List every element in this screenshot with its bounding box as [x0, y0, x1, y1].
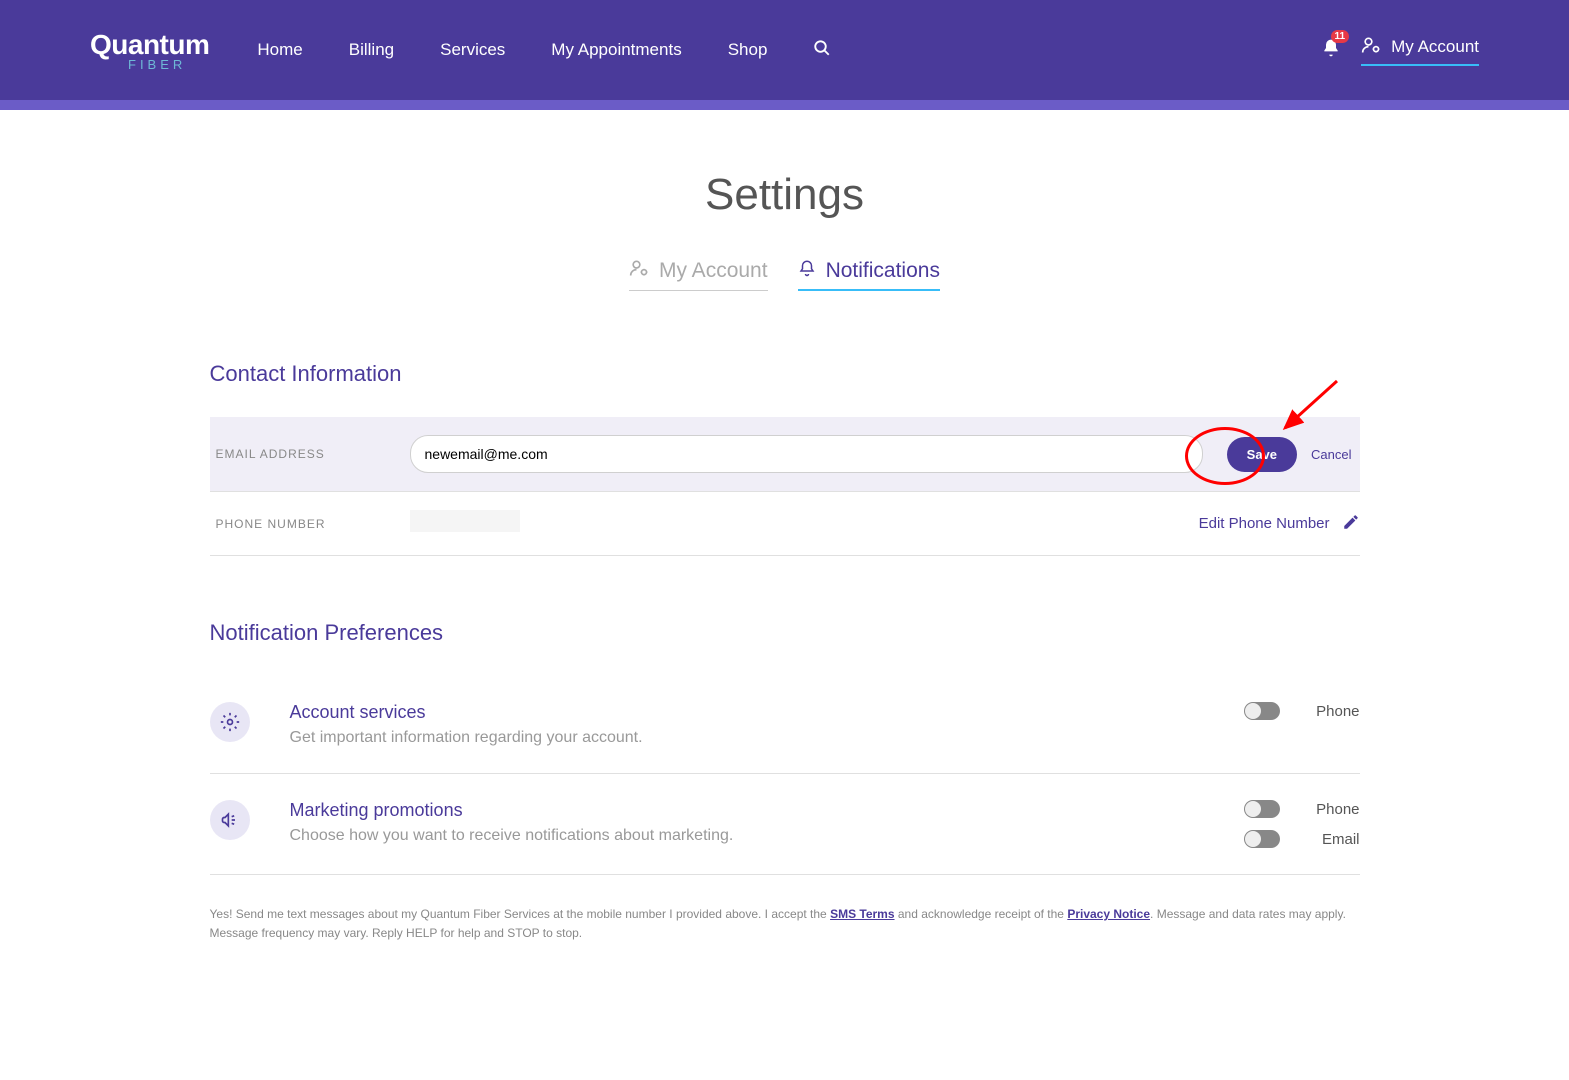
notification-badge: 11 — [1331, 30, 1350, 43]
nav-appointments[interactable]: My Appointments — [551, 40, 681, 60]
toggle-label: Phone — [1310, 801, 1360, 818]
main-header: Quantum FIBER Home Billing Services My A… — [0, 0, 1569, 100]
user-gear-icon — [1361, 35, 1381, 60]
page-title: Settings — [210, 170, 1360, 220]
toggle-phone[interactable] — [1244, 800, 1280, 818]
nav-services[interactable]: Services — [440, 40, 505, 60]
pref-marketing: Marketing promotions Choose how you want… — [210, 774, 1360, 875]
edit-phone-label: Edit Phone Number — [1199, 515, 1330, 532]
logo-sub-text: FIBER — [128, 57, 209, 72]
email-label: EMAIL ADDRESS — [210, 447, 410, 461]
pencil-icon — [1342, 513, 1360, 535]
toggle-phone[interactable] — [1244, 702, 1280, 720]
nav-shop[interactable]: Shop — [728, 40, 768, 60]
phone-row: PHONE NUMBER Edit Phone Number — [210, 492, 1360, 556]
pref-title: Account services — [290, 702, 1204, 723]
settings-tabs: My Account Notifications — [210, 258, 1360, 291]
tab-notifications[interactable]: Notifications — [798, 258, 940, 291]
pref-account-services: Account services Get important informati… — [210, 676, 1360, 774]
edit-phone-button[interactable]: Edit Phone Number — [1199, 513, 1360, 535]
phone-label: PHONE NUMBER — [210, 517, 410, 531]
nav-home[interactable]: Home — [257, 40, 302, 60]
contact-info-title: Contact Information — [210, 361, 1360, 387]
legal-prefix: Yes! Send me text messages about my Quan… — [210, 907, 831, 921]
privacy-notice-link[interactable]: Privacy Notice — [1067, 907, 1150, 921]
my-account-link[interactable]: My Account — [1361, 35, 1479, 66]
legal-middle: and acknowledge receipt of the — [895, 907, 1068, 921]
prefs-title: Notification Preferences — [210, 620, 1360, 646]
toggle-label: Email — [1310, 831, 1360, 848]
nav-billing[interactable]: Billing — [349, 40, 394, 60]
toggle-email[interactable] — [1244, 830, 1280, 848]
phone-value — [410, 510, 1199, 537]
email-row: EMAIL ADDRESS Save Cancel — [210, 417, 1360, 492]
main-nav: Home Billing Services My Appointments Sh… — [257, 39, 831, 62]
logo[interactable]: Quantum FIBER — [90, 29, 209, 72]
bell-icon — [798, 259, 816, 283]
megaphone-icon — [210, 800, 250, 840]
cancel-button[interactable]: Cancel — [1311, 447, 1351, 462]
redacted-phone — [410, 510, 520, 532]
my-account-label: My Account — [1391, 37, 1479, 57]
user-gear-icon — [629, 258, 649, 284]
gear-icon — [210, 702, 250, 742]
email-input[interactable] — [410, 435, 1203, 473]
header-accent-bar — [0, 100, 1569, 110]
save-button[interactable]: Save — [1227, 437, 1297, 472]
toggle-label: Phone — [1310, 703, 1360, 720]
tab-my-account[interactable]: My Account — [629, 258, 768, 291]
notifications-bell[interactable]: 11 — [1321, 38, 1341, 63]
pref-title: Marketing promotions — [290, 800, 1204, 821]
sms-terms-link[interactable]: SMS Terms — [830, 907, 894, 921]
tab-notifications-label: Notifications — [826, 259, 940, 283]
pref-desc: Get important information regarding your… — [290, 729, 1204, 747]
search-icon[interactable] — [813, 39, 831, 62]
tab-my-account-label: My Account — [659, 259, 768, 283]
pref-desc: Choose how you want to receive notificat… — [290, 827, 1204, 845]
legal-text: Yes! Send me text messages about my Quan… — [210, 905, 1360, 943]
